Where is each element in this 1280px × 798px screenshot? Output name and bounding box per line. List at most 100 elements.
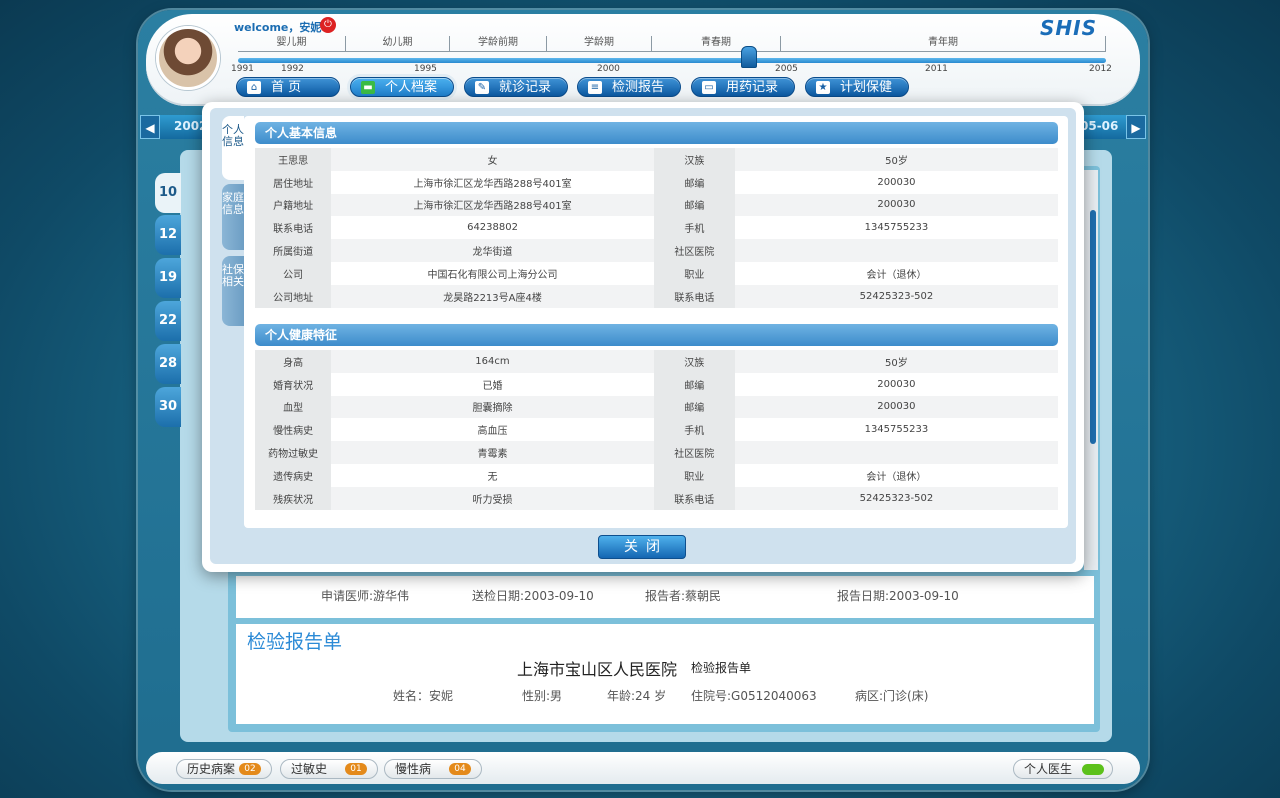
field-value: 50岁 [734,148,1058,171]
tab-label: 社保相关 [222,263,244,288]
field-label: 身高 [255,350,332,373]
table-row: 公司地址 龙昊路2213号A座4楼 联系电话 52425323-502 [255,284,1058,308]
nav-label: 计划保健 [840,80,893,95]
timeline-slider-track[interactable] [238,58,1106,63]
field-value: 1345755233 [864,222,929,234]
field-value: 听力受损 [331,486,654,510]
field-label: 遗传病史 [255,463,332,487]
allergy-history-pill[interactable]: 过敏史 01 [280,759,378,779]
field-value: 青霉素 [331,441,654,464]
ward: 病区:门诊(床) [855,689,929,703]
year-label: 1995 [414,64,437,74]
field-label: 王思思 [255,148,332,171]
year-label: 2012 [1089,64,1112,74]
nav-label: 用药记录 [726,80,779,95]
star-document-icon: ★ [816,81,830,94]
day-tab[interactable]: 22 [155,301,181,341]
field-label: 联系电话 [255,216,332,240]
inpatient-number: 住院号:G0512040063 [691,689,817,703]
chronic-disease-pill[interactable]: 慢性病 04 [384,759,482,779]
field-label: 手机 [653,216,735,240]
history-records-pill[interactable]: 历史病案 02 [176,759,272,779]
personal-doctor-pill[interactable]: 个人医生 [1013,759,1113,779]
field-value: 女 [331,148,654,171]
field-label: 联系电话 [653,284,735,308]
nav-test-reports[interactable]: ≡ 检测报告 [577,77,681,97]
document-icon: ≡ [588,81,602,94]
tab-label: 家庭信息 [222,191,244,216]
field-value: 高血压 [477,426,508,438]
nav-medication-records[interactable]: ▭ 用药记录 [691,77,795,97]
table-row: 遗传病史 无 职业 会计（退休） [255,463,1058,487]
field-value: 胆囊摘除 [331,395,654,419]
stage-label: 学龄前期 [450,36,547,52]
timeline-slider-thumb[interactable] [741,46,757,68]
field-label: 邮编 [653,170,735,194]
life-stage-ruler: 婴儿期 幼儿期 学龄前期 学龄期 青春期 青年期 [238,36,1106,56]
field-value: 无 [487,471,498,483]
close-button[interactable]: 关闭 [598,535,686,559]
field-value: 200030 [734,395,1058,419]
year-label: 2011 [925,64,948,74]
hospital-name: 上海市宝山区人民医院 [517,660,678,679]
field-label: 公司 [255,261,332,285]
field-value: 龙华街道 [331,239,654,262]
table-row: 身高 164cm 汉族 50岁 [255,350,1058,373]
user-avatar[interactable] [156,26,220,90]
field-label: 所属街道 [255,239,332,262]
field-value: 会计（退休） [866,269,927,281]
tab-social-security[interactable]: 社保相关 [222,256,244,326]
day-tab[interactable]: 28 [155,344,181,384]
table-row: 婚育状况 已婚 邮编 200030 [255,372,1058,396]
day-tab[interactable]: 19 [155,258,181,298]
nav-label: 个人档案 [385,80,438,95]
nav-personal-records[interactable]: ▬ 个人档案 [350,77,454,97]
field-value [734,441,1058,464]
count-badge: 01 [345,763,367,775]
patient-gender: 性别:男 [522,689,563,703]
field-label: 血型 [255,395,332,419]
day-tab[interactable]: 30 [155,387,181,427]
next-date-arrow-icon[interactable]: ▶ [1126,115,1146,139]
table-row: 所属街道 龙华街道 社区医院 [255,239,1058,262]
power-icon[interactable]: ⏻ [320,17,336,33]
nav-label: 就诊记录 [499,80,552,95]
stage-label: 学龄期 [547,36,652,52]
report-card: 检验报告单 上海市宝山区人民医院 检验报告单 姓名：安妮 性别:男 年龄:24 … [236,624,1094,724]
nav-health-plan[interactable]: ★ 计划保健 [805,77,909,97]
report-card-title: 检验报告单 [247,631,343,653]
field-label: 公司地址 [255,284,332,308]
day-tab[interactable]: 12 [155,215,181,255]
field-value: 164cm [331,350,654,373]
nav-visit-records[interactable]: ✎ 就诊记录 [464,77,568,97]
tab-family-info[interactable]: 家庭信息 [222,184,244,250]
field-label: 慢性病史 [255,418,332,442]
field-value: 1345755233 [864,424,929,436]
pill-label: 过敏史 [291,762,328,776]
send-date: 送检日期:2003-09-10 [472,589,594,603]
stage-label: 青春期 [652,36,781,52]
stage-label: 婴儿期 [238,36,346,52]
table-row: 血型 胆囊摘除 邮编 200030 [255,395,1058,419]
table-row: 残疾状况 听力受损 联系电话 52425323-502 [255,486,1058,510]
report-meta-row: 申请医师:游华伟 送检日期:2003-09-10 报告者:蔡朝民 报告日期:20… [236,576,1094,618]
tab-personal-info[interactable]: 个人信息 [222,116,244,180]
nav-home[interactable]: ⌂ 首 页 [236,77,340,97]
field-value: 上海市徐汇区龙华西路288号401室 [413,178,572,190]
field-label: 居住地址 [255,170,332,194]
field-value: 会计（退休） [866,471,927,483]
status-indicator [1082,764,1104,775]
table-row: 慢性病史 高血压 手机 1345755233 [255,418,1058,442]
field-label: 邮编 [653,372,735,396]
field-value [734,239,1058,262]
reporter: 报告者:蔡朝民 [645,589,722,603]
count-badge: 04 [449,763,471,775]
scrollbar-thumb[interactable] [1090,210,1096,444]
prev-date-arrow-icon[interactable]: ◀ [140,115,160,139]
field-label: 汉族 [653,350,735,373]
hospital-subtitle: 检验报告单 [691,661,752,675]
health-info-table: 身高 164cm 汉族 50岁 婚育状况 已婚 邮编 200030 血型 胆囊摘除 邮编 200030… [255,350,1058,510]
day-tab[interactable]: 10 [155,173,181,213]
patient-name: 姓名：安妮 [393,689,454,703]
field-label: 汉族 [653,148,735,171]
